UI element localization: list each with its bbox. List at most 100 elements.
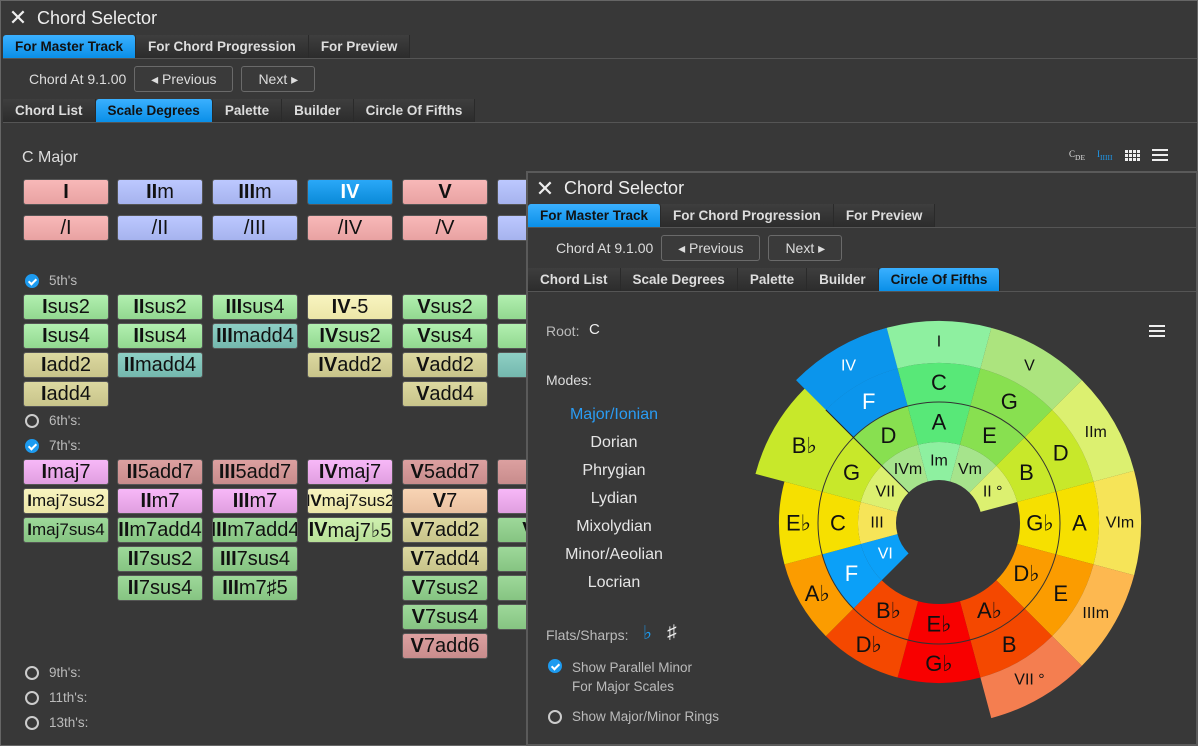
- target-tabs: For Master Track For Chord Progression F…: [3, 35, 1197, 59]
- fifth-chord-button[interactable]: II sus2: [117, 294, 203, 320]
- checkbox-9ths[interactable]: [25, 665, 39, 680]
- menu-icon[interactable]: [1151, 149, 1168, 162]
- triad-chord-button[interactable]: V: [402, 179, 488, 205]
- mode-option[interactable]: Lydian: [539, 490, 689, 508]
- mode-option[interactable]: Dorian: [539, 434, 689, 452]
- seventh-chord-button[interactable]: III 5add7: [212, 459, 298, 485]
- tab-circle-of-fifths[interactable]: Circle Of Fifths: [353, 99, 476, 122]
- close-icon[interactable]: ✕: [7, 5, 29, 31]
- seventh-chord-button[interactable]: III m7♯5: [212, 575, 298, 601]
- seventh-chord-button[interactable]: II m7: [117, 488, 203, 514]
- fifth-chord-button[interactable]: IV -5: [307, 294, 393, 320]
- seventh-chord-button[interactable]: II 7sus2: [117, 546, 203, 572]
- tab-scale-degrees[interactable]: Scale Degrees: [95, 99, 213, 122]
- fifth-chord-button[interactable]: II sus4: [117, 323, 203, 349]
- roman-numerals-icon[interactable]: IIIIII: [1097, 149, 1113, 162]
- view-tabs: Chord List Scale Degrees Palette Builder…: [3, 99, 1197, 123]
- next-button[interactable]: Next ▸: [241, 66, 316, 92]
- seventh-chord-button[interactable]: V 7sus4: [402, 604, 488, 630]
- checkbox-13ths[interactable]: [25, 715, 39, 730]
- seventh-chord-button[interactable]: Imaj7: [23, 459, 109, 485]
- section-11ths[interactable]: 11th's:: [25, 690, 87, 705]
- circle-of-fifths[interactable]: IVmDFIVImACIVmEGVII °BDIImG♭ A VImD♭EIIImA…: [526, 171, 1198, 746]
- fifth-chord-button[interactable]: III madd4: [212, 323, 298, 349]
- circle-segment-label: E: [1053, 581, 1068, 606]
- tab-for-chord-progression[interactable]: For Chord Progression: [136, 35, 309, 58]
- section-9ths[interactable]: 9th's:: [25, 665, 81, 680]
- fifth-chord-button[interactable]: Isus2: [23, 294, 109, 320]
- fifth-chord-button[interactable]: IV add2: [307, 352, 393, 378]
- fifth-chord-button[interactable]: III sus4: [212, 294, 298, 320]
- circle-segment-label: E♭: [786, 511, 811, 536]
- seventh-chord-button[interactable]: III m7add4: [212, 517, 298, 543]
- mode-option[interactable]: Phrygian: [539, 462, 689, 480]
- triad-chord-button[interactable]: II m: [117, 179, 203, 205]
- previous-button[interactable]: ◂ Previous: [134, 66, 234, 92]
- title-bar: ✕ Chord Selector: [1, 1, 1197, 35]
- seventh-chord-button[interactable]: Imaj7sus2: [23, 488, 109, 514]
- fifth-chord-button[interactable]: Vadd4: [402, 381, 488, 407]
- seventh-chord-button[interactable]: III m7: [212, 488, 298, 514]
- seventh-chord-button[interactable]: III 7sus4: [212, 546, 298, 572]
- fifth-chord-button[interactable]: II madd4: [117, 352, 203, 378]
- triad-chord-button[interactable]: III m: [212, 179, 298, 205]
- fifth-chord-button[interactable]: Vsus2: [402, 294, 488, 320]
- tab-palette[interactable]: Palette: [212, 99, 283, 122]
- seventh-chord-button[interactable]: V 5add7: [402, 459, 488, 485]
- grid-icon[interactable]: [1124, 149, 1140, 161]
- slash-chord-button[interactable]: /III: [212, 215, 298, 241]
- circle-segment-label: D: [1053, 440, 1069, 465]
- seventh-chord-button[interactable]: IV maj7: [307, 459, 393, 485]
- fifth-chord-button[interactable]: Iadd4: [23, 381, 109, 407]
- checkbox-5ths[interactable]: [25, 273, 39, 288]
- section-13ths[interactable]: 13th's:: [25, 715, 88, 730]
- seventh-chord-button[interactable]: IV maj7♭5: [307, 517, 393, 543]
- mode-option[interactable]: Mixolydian: [539, 518, 689, 536]
- circle-segment-label: F: [862, 389, 875, 414]
- checkbox-6ths[interactable]: [25, 413, 39, 428]
- seventh-chord-button[interactable]: V 7add6: [402, 633, 488, 659]
- fifth-chord-button[interactable]: IV sus2: [307, 323, 393, 349]
- seventh-chord-button[interactable]: IV maj7sus2: [307, 488, 393, 514]
- seventh-chord-button[interactable]: V 7add2: [402, 517, 488, 543]
- slash-chord-button[interactable]: /II: [117, 215, 203, 241]
- triad-chord-button[interactable]: I: [23, 179, 109, 205]
- seventh-chord-button[interactable]: V7: [402, 488, 488, 514]
- fifth-chord-button[interactable]: Isus4: [23, 323, 109, 349]
- slash-chord-button[interactable]: /V: [402, 215, 488, 241]
- circle-segment-label: IVm: [894, 461, 922, 478]
- seventh-chord-button[interactable]: II 5add7: [117, 459, 203, 485]
- circle-segment-label: B♭: [876, 598, 901, 623]
- mode-option[interactable]: Major/Ionian: [539, 406, 689, 424]
- circle-segment-label: A: [1072, 511, 1087, 536]
- fifth-chord-button[interactable]: Vadd2: [402, 352, 488, 378]
- section-6ths[interactable]: 6th's:: [25, 413, 81, 428]
- seventh-chord-button[interactable]: V 7add4: [402, 546, 488, 572]
- triad-chord-button[interactable]: IV: [307, 179, 393, 205]
- slash-chord-button[interactable]: /I: [23, 215, 109, 241]
- circle-segment-label: Vm: [958, 461, 982, 478]
- seventh-chord-button[interactable]: Imaj7sus4: [23, 517, 109, 543]
- section-7ths[interactable]: 7th's:: [25, 438, 81, 453]
- section-5ths[interactable]: 5th's: [25, 273, 77, 288]
- tab-chord-list[interactable]: Chord List: [3, 99, 96, 122]
- note-names-icon[interactable]: CDE: [1069, 149, 1085, 162]
- seventh-chord-button[interactable]: V 7sus2: [402, 575, 488, 601]
- seventh-chord-button[interactable]: II 7sus4: [117, 575, 203, 601]
- foreground-chord-selector-window: ✕ Chord Selector For Master Track For Ch…: [526, 171, 1198, 746]
- tab-for-master-track[interactable]: For Master Track: [3, 35, 137, 58]
- tab-for-preview[interactable]: For Preview: [308, 35, 411, 58]
- fifth-chord-button[interactable]: Vsus4: [402, 323, 488, 349]
- circle-segment-label: E♭: [926, 612, 951, 637]
- seventh-chord-button[interactable]: II m7add4: [117, 517, 203, 543]
- window-title: Chord Selector: [37, 7, 158, 28]
- checkbox-11ths[interactable]: [25, 690, 39, 705]
- mode-option[interactable]: Locrian: [539, 574, 689, 592]
- circle-segment-label: B: [1002, 632, 1017, 657]
- mode-option[interactable]: Minor/Aeolian: [539, 546, 689, 564]
- tab-builder[interactable]: Builder: [282, 99, 354, 122]
- slash-chord-button[interactable]: /IV: [307, 215, 393, 241]
- circle-segment-label: VII °: [1014, 671, 1044, 688]
- fifth-chord-button[interactable]: Iadd2: [23, 352, 109, 378]
- checkbox-7ths[interactable]: [25, 438, 39, 453]
